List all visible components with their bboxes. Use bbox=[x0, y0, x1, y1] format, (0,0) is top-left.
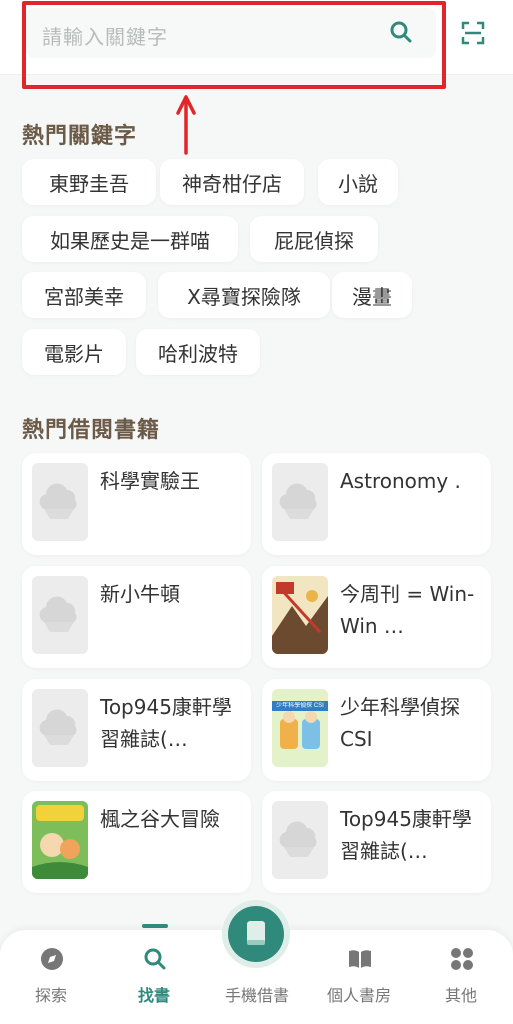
book-title: 科學實驗王 bbox=[100, 469, 200, 493]
nav-label: 個人書房 bbox=[326, 986, 391, 1005]
book-cover-placeholder bbox=[32, 576, 88, 654]
book-icon bbox=[247, 921, 265, 945]
nav-label: 探索 bbox=[34, 986, 67, 1005]
search-header: 請輸入關鍵字 bbox=[0, 0, 513, 75]
book-card[interactable]: 少年科學偵探 CSI 少年科學偵探CSI bbox=[262, 679, 491, 781]
nav-find-books[interactable]: 找書 bbox=[109, 930, 199, 1024]
keyword-chip[interactable]: 宮部美幸 bbox=[22, 272, 146, 318]
search-icon bbox=[144, 948, 166, 970]
book-cover-placeholder bbox=[32, 689, 88, 767]
book-title: 楓之谷大冒險 bbox=[100, 807, 220, 831]
book-title: Astronomy . bbox=[340, 469, 461, 493]
keyword-chip[interactable]: 小說 bbox=[318, 159, 398, 205]
book-cover-placeholder bbox=[272, 801, 328, 879]
book-title: 新小牛頓 bbox=[100, 582, 180, 606]
mobile-borrow-button[interactable] bbox=[228, 906, 284, 962]
keyword-chip[interactable]: 電影片 bbox=[22, 329, 126, 375]
nav-personal-library[interactable]: 個人書房 bbox=[314, 930, 404, 1024]
nav-explore[interactable]: 探索 bbox=[6, 930, 96, 1024]
book-cover-placeholder bbox=[272, 463, 328, 541]
book-title: Top945康軒學習雜誌(… bbox=[100, 695, 232, 751]
scan-icon[interactable] bbox=[459, 19, 487, 47]
book-card[interactable]: Astronomy . bbox=[262, 453, 491, 555]
search-placeholder: 請輸入關鍵字 bbox=[42, 25, 168, 49]
nav-other[interactable]: 其他 bbox=[416, 930, 506, 1024]
popular-books-title: 熱門借閱書籍 bbox=[22, 418, 161, 443]
nav-label: 其他 bbox=[444, 986, 477, 1005]
book-title: 今周刊 = Win-Win … bbox=[340, 582, 475, 638]
book-cover-image bbox=[32, 801, 88, 879]
keyword-chip[interactable]: 如果歷史是一群喵 bbox=[22, 216, 238, 262]
keyword-chip[interactable]: 屁屁偵探 bbox=[250, 216, 378, 262]
cover-text: 少年科學偵探 CSI bbox=[276, 703, 324, 709]
book-card[interactable]: Top945康軒學習雜誌(… bbox=[22, 679, 251, 781]
nav-label: 找書 bbox=[137, 986, 170, 1005]
annotation-arrow-icon bbox=[176, 95, 196, 155]
book-cover-placeholder bbox=[32, 463, 88, 541]
search-input[interactable]: 請輸入關鍵字 bbox=[26, 8, 436, 58]
book-card[interactable]: 新小牛頓 bbox=[22, 566, 251, 668]
book-card[interactable]: Top945康軒學習雜誌(… bbox=[262, 791, 491, 893]
open-book-icon bbox=[349, 950, 371, 968]
nav-label: 手機借書 bbox=[224, 986, 289, 1005]
book-cover-image: 少年科學偵探 CSI bbox=[272, 689, 328, 767]
keyword-chip[interactable]: 漫畫 bbox=[332, 272, 412, 318]
keyword-chip[interactable]: 哈利波特 bbox=[136, 329, 260, 375]
keyword-chip[interactable]: 神奇柑仔店 bbox=[160, 159, 304, 205]
keyword-chip[interactable]: X尋寶探險隊 bbox=[158, 272, 330, 318]
keyword-chip[interactable]: 東野圭吾 bbox=[22, 159, 156, 205]
book-card[interactable]: 楓之谷大冒險 bbox=[22, 791, 251, 893]
search-icon[interactable] bbox=[388, 19, 414, 45]
book-title: Top945康軒學習雜誌(… bbox=[340, 807, 472, 863]
book-title: 少年科學偵探CSI bbox=[340, 695, 460, 751]
book-cover-image bbox=[272, 576, 328, 654]
grid-icon bbox=[451, 948, 473, 970]
book-card[interactable]: 科學實驗王 bbox=[22, 453, 251, 555]
book-card[interactable]: 今周刊 = Win-Win … bbox=[262, 566, 491, 668]
popular-keywords-title: 熱門關鍵字 bbox=[22, 124, 138, 149]
active-tab-indicator bbox=[142, 924, 168, 928]
compass-icon bbox=[41, 948, 63, 970]
